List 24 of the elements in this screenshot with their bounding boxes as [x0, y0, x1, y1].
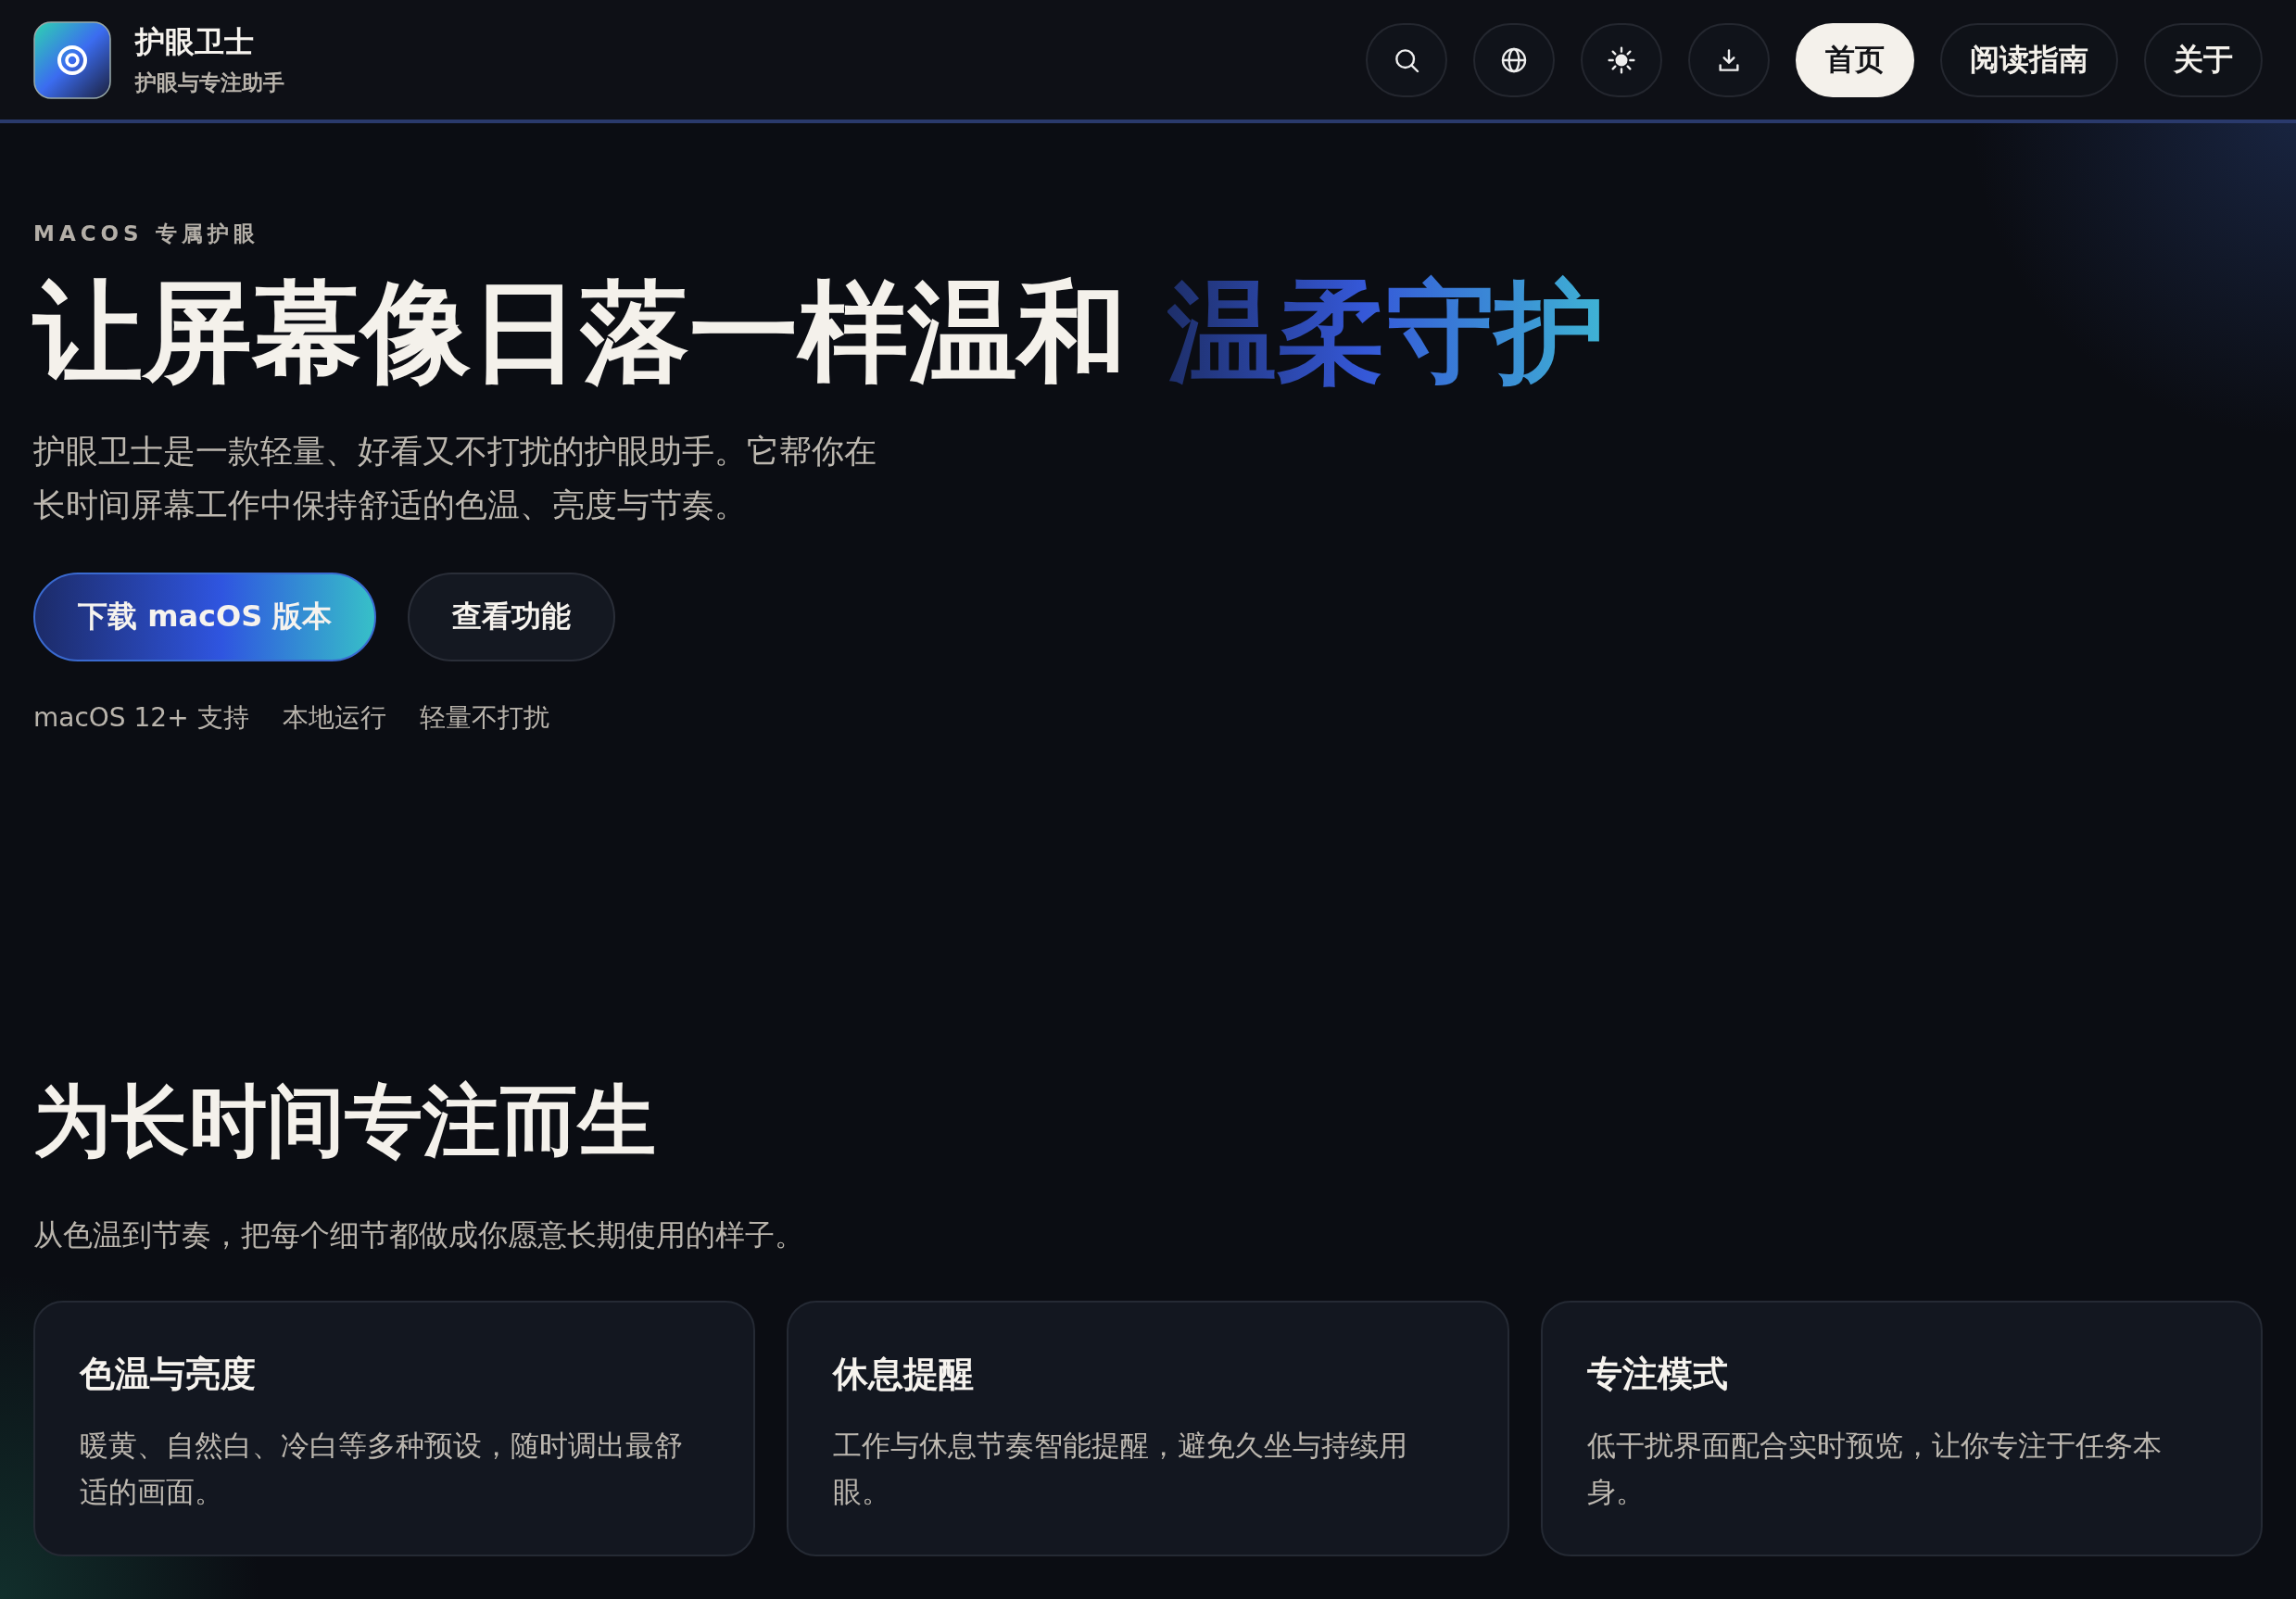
hero-description: 长时间屏幕工作中保持舒适的色温、亮度与节奏。: [33, 485, 747, 525]
section-subtitle: 从色温到节奏，把每个细节都做成你愿意长期使用的样子。: [33, 1215, 804, 1254]
sun-icon: [1607, 44, 1636, 75]
section-title: 为长时间专注而生: [33, 1074, 656, 1168]
feature-tag: 轻量不打扰: [419, 699, 549, 736]
app-tagline: 护眼与专注助手: [135, 69, 284, 96]
nav-link[interactable]: 关于: [2144, 22, 2263, 97]
card-title: 专注模式: [1586, 1352, 1729, 1396]
app-name: 护眼卫士: [135, 23, 255, 61]
card-title: 休息提醒: [833, 1352, 976, 1396]
features-button[interactable]: 查看功能: [408, 572, 616, 661]
hero-title: 让屏幕像日落一样温和: [33, 272, 1127, 393]
feature-tag: 本地运行: [282, 699, 386, 736]
card-text: 暖黄、自然白、冷白等多种预设，随时调出最舒适的画面。: [80, 1427, 684, 1510]
card-text: 工作与休息节奏智能提醒，避免久坐与持续用眼。: [833, 1427, 1409, 1510]
download-button[interactable]: 下载 macOS 版本: [33, 572, 377, 661]
nav-link[interactable]: 阅读指南: [1940, 22, 2118, 97]
eyebrow-label: MACOS 专属护眼: [33, 220, 259, 247]
card-text: 低干扰界面配合实时预览，让你专注于任务本身。: [1586, 1427, 2163, 1510]
feature-tag: macOS 12+ 支持: [33, 699, 249, 736]
nav-link[interactable]: 首页: [1796, 22, 1914, 97]
app-logo-icon: [33, 20, 111, 99]
hero-description: 护眼卫士是一款轻量、好看又不打扰的护眼助手。它帮你在: [33, 431, 877, 472]
card-title: 色温与亮度: [80, 1352, 257, 1396]
